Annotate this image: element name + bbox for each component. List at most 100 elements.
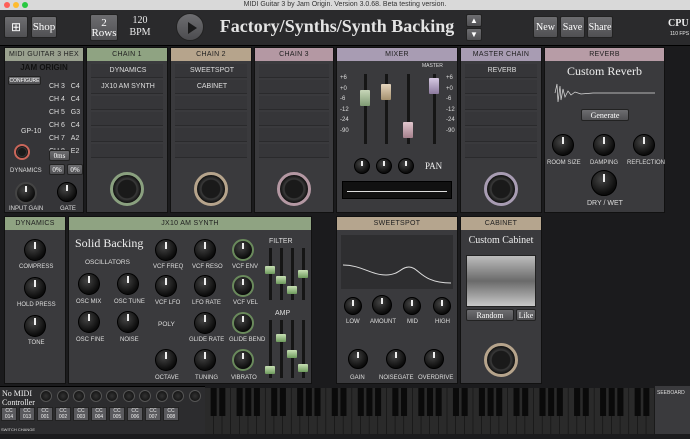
black-key[interactable] <box>634 388 641 416</box>
vcf-vel-knob[interactable] <box>232 275 254 297</box>
pct2-display[interactable]: 0% <box>67 164 83 175</box>
cc-button[interactable]: CC 007 <box>145 407 161 421</box>
osc-fine-knob[interactable] <box>78 311 100 333</box>
chain2-fader[interactable] <box>381 84 391 100</box>
new-button[interactable]: New <box>533 16 558 38</box>
filter-sustain-slider[interactable] <box>287 286 297 294</box>
share-button[interactable]: Share <box>587 16 613 38</box>
latency-display[interactable]: 0ms <box>49 150 70 161</box>
chain1-slot-5[interactable] <box>91 128 163 142</box>
gate-knob[interactable] <box>57 182 77 202</box>
chain1-slot-1[interactable]: DYNAMICS <box>91 64 163 78</box>
pan1-knob[interactable] <box>354 158 370 174</box>
chain2-slot-5[interactable] <box>175 128 247 142</box>
vcf-reso-knob[interactable] <box>194 239 216 261</box>
black-key[interactable] <box>401 388 408 416</box>
vcf-lfo-knob[interactable] <box>155 275 177 297</box>
chain1-fader[interactable] <box>360 90 370 106</box>
amp-sustain-slider[interactable] <box>287 350 297 358</box>
play-button[interactable] <box>176 13 204 41</box>
chain3-slot-1[interactable] <box>259 64 329 78</box>
controller-knob[interactable] <box>155 390 168 402</box>
controller-knob[interactable] <box>56 390 69 402</box>
black-key[interactable] <box>418 388 425 416</box>
like-button[interactable]: Like <box>516 309 536 321</box>
black-key[interactable] <box>245 388 252 416</box>
cc-button[interactable]: CC 002 <box>55 407 71 421</box>
cc-button[interactable]: CC 004 <box>91 407 107 421</box>
filter-attack-slider[interactable] <box>265 266 275 274</box>
cc-button[interactable]: CC 006 <box>127 407 143 421</box>
vcf-env-knob[interactable] <box>232 239 254 261</box>
vcf-freq-knob[interactable] <box>155 239 177 261</box>
chain3-slot-5[interactable] <box>259 128 329 142</box>
chain2-slot-3[interactable] <box>175 96 247 110</box>
controller-knob[interactable] <box>122 390 135 402</box>
black-key[interactable] <box>478 388 485 416</box>
black-key[interactable] <box>452 388 459 416</box>
black-key[interactable] <box>210 388 217 416</box>
low-knob[interactable] <box>344 297 362 315</box>
osc-mix-knob[interactable] <box>78 273 100 295</box>
chain3-slot-6[interactable] <box>259 144 329 158</box>
controller-knob[interactable] <box>89 390 102 402</box>
master-chain-slot-1[interactable]: REVERB <box>465 64 537 78</box>
black-key[interactable] <box>271 388 278 416</box>
configure-button[interactable]: CONFIGURE <box>8 76 41 85</box>
pan2-knob[interactable] <box>376 158 392 174</box>
controller-knob[interactable] <box>188 390 201 402</box>
hold-press-knob[interactable] <box>24 277 46 299</box>
controller-knob[interactable] <box>106 390 118 402</box>
vibrato-knob[interactable] <box>232 349 254 371</box>
cc-button[interactable]: CC 014 <box>1 407 17 421</box>
black-key[interactable] <box>331 388 338 416</box>
room-size-knob[interactable] <box>552 134 574 156</box>
chain2-slot-2[interactable]: CABINET <box>175 80 247 94</box>
bpm-value[interactable]: 120 <box>128 15 152 26</box>
preset-down-button[interactable]: ▼ <box>466 28 482 41</box>
black-key[interactable] <box>539 388 546 416</box>
black-key[interactable] <box>314 388 321 416</box>
black-key[interactable] <box>375 388 382 416</box>
black-key[interactable] <box>608 388 615 416</box>
master-chain-slot-6[interactable] <box>465 144 537 158</box>
save-button[interactable]: Save <box>560 16 585 38</box>
tone-knob[interactable] <box>24 315 46 337</box>
noise-knob[interactable] <box>117 311 139 333</box>
chain1-slot-4[interactable] <box>91 112 163 126</box>
black-key[interactable] <box>357 388 364 416</box>
cc-button[interactable]: CC 005 <box>109 407 125 421</box>
compress-knob[interactable] <box>24 239 46 261</box>
amount-knob[interactable] <box>372 295 392 315</box>
black-key[interactable] <box>556 388 563 416</box>
controller-knob[interactable] <box>40 390 52 402</box>
black-key[interactable] <box>219 388 226 416</box>
pct1-display[interactable]: 0% <box>49 164 65 175</box>
chain2-slot-4[interactable] <box>175 112 247 126</box>
amp-attack-slider[interactable] <box>265 366 275 374</box>
shop-button[interactable]: Shop <box>31 16 57 38</box>
black-key[interactable] <box>548 388 555 416</box>
noisegate-knob[interactable] <box>386 349 406 369</box>
black-key[interactable] <box>461 388 468 416</box>
high-knob[interactable] <box>433 297 451 315</box>
chain2-slot-1[interactable]: SWEETSPOT <box>175 64 247 78</box>
glide-rate-knob[interactable] <box>194 312 216 334</box>
cc-button[interactable]: CC 003 <box>73 407 89 421</box>
controller-knob[interactable] <box>172 390 184 402</box>
controller-knob[interactable] <box>139 390 151 402</box>
chain1-volume-knob[interactable] <box>110 172 144 206</box>
rows-button[interactable]: 2 Rows <box>90 14 118 41</box>
octave-knob[interactable] <box>155 349 177 371</box>
random-button[interactable]: Random <box>466 309 514 321</box>
black-key[interactable] <box>236 388 243 416</box>
pan3-knob[interactable] <box>398 158 414 174</box>
black-key[interactable] <box>582 388 589 416</box>
dynamics-knob[interactable] <box>14 144 30 160</box>
cc-button[interactable]: CC 008 <box>163 407 179 421</box>
filter-decay-slider[interactable] <box>276 276 286 284</box>
chain3-slot-3[interactable] <box>259 96 329 110</box>
black-key[interactable] <box>496 388 503 416</box>
lfo-rate-knob[interactable] <box>194 275 216 297</box>
dry-wet-knob[interactable] <box>591 170 617 196</box>
